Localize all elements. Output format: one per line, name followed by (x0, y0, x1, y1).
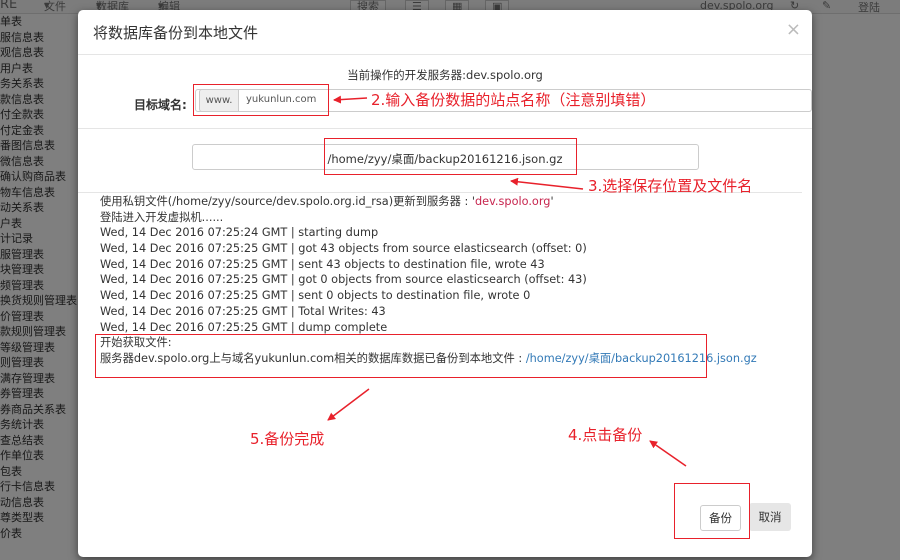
arrow-step2 (333, 95, 368, 104)
annotation-arrows (327, 95, 687, 467)
arrow-step5 (327, 388, 370, 421)
annotation-step4: 4.点击备份 (568, 426, 643, 444)
annotation-step2: 2.输入备份数据的站点名称（注意别填错） (371, 91, 656, 109)
arrow-step4 (649, 440, 687, 467)
annotation-step5: 5.备份完成 (250, 430, 325, 448)
annotation-step3: 3.选择保存位置及文件名 (588, 177, 753, 195)
arrow-step3 (510, 177, 584, 190)
